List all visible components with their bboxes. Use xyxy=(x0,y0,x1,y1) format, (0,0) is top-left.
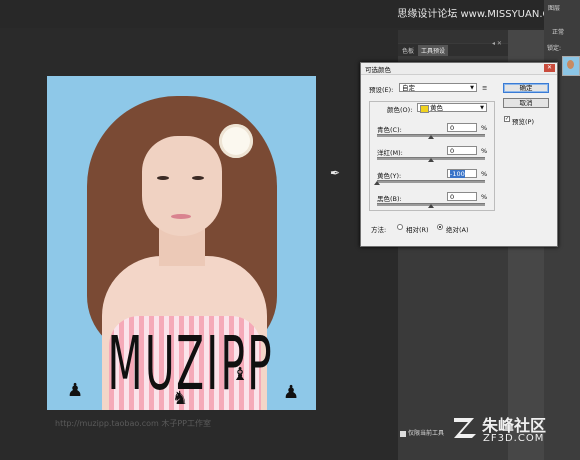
radio-relative-label[interactable]: 相对(R) xyxy=(406,224,429,234)
chevron-down-icon: ▼ xyxy=(470,85,474,91)
tab-swatches[interactable]: 色板 xyxy=(399,45,417,56)
selective-color-dialog: 可选颜色 ✕ 预设(E): 自定 ▼ ≡ 颜色(O): 黄色 ▼ 青色(C): … xyxy=(360,62,558,247)
layer-thumbnail-face xyxy=(567,60,574,69)
eyedropper-cursor-icon: ✒ xyxy=(330,166,341,180)
slider-label-black: 黑色(B): xyxy=(377,195,402,203)
silhouette-figure-icon: ♟ xyxy=(283,382,300,403)
radio-absolute[interactable] xyxy=(437,224,443,230)
preset-label: 预设(E): xyxy=(369,86,394,94)
chevron-down-icon: ▼ xyxy=(480,105,484,111)
current-tool-only-checkbox[interactable]: 仅限当前工具 xyxy=(400,428,444,437)
preset-menu-icon[interactable]: ≡ xyxy=(482,84,487,92)
silhouette-figure-icon: ♞ xyxy=(172,388,189,409)
black-value-field[interactable]: 0 xyxy=(447,192,477,201)
canvas-url-watermark: http://muzipp.taobao.com 木子PP工作室 xyxy=(55,419,211,428)
preview-label[interactable]: 预览(P) xyxy=(512,116,534,126)
colors-select[interactable]: 黄色 ▼ xyxy=(417,103,487,113)
panel-close-icon[interactable]: ◂ ✕ xyxy=(492,40,502,47)
photo-lips xyxy=(171,214,191,219)
close-icon[interactable]: ✕ xyxy=(544,64,555,72)
radio-relative[interactable] xyxy=(397,224,403,230)
slider-label-yellow: 黄色(Y): xyxy=(377,172,402,180)
magenta-slider-handle[interactable] xyxy=(428,158,434,162)
percent-unit: % xyxy=(481,147,488,155)
silhouette-figure-icon: ♝ xyxy=(232,364,249,385)
dialog-titlebar[interactable]: 可选颜色 xyxy=(361,63,557,75)
percent-unit: % xyxy=(481,193,488,201)
zf-logo-icon xyxy=(454,418,476,438)
photo-eye-right xyxy=(192,176,204,180)
yellow-slider-track[interactable] xyxy=(377,180,485,183)
percent-unit: % xyxy=(481,124,488,132)
colors-label: 颜色(O): xyxy=(387,106,413,114)
percent-unit: % xyxy=(481,170,488,178)
yellow-swatch xyxy=(420,105,429,113)
watermark-top: 思缘设计论坛 www.MISSYUAN.COM xyxy=(397,9,566,20)
black-slider-handle[interactable] xyxy=(428,204,434,208)
lock-label: 锁定: xyxy=(547,45,562,52)
dialog-title: 可选颜色 xyxy=(365,66,391,74)
cancel-button[interactable]: 取消 xyxy=(503,98,549,108)
radio-absolute-label[interactable]: 绝对(A) xyxy=(446,224,469,234)
slider-label-cyan: 青色(C): xyxy=(377,126,402,134)
tab-tool-presets[interactable]: 工具预设 xyxy=(418,45,449,56)
tab-layers[interactable]: 图层 xyxy=(548,3,560,12)
method-label: 方法: xyxy=(371,226,387,234)
checkbox-icon xyxy=(400,430,406,437)
silhouette-figure-icon: ♟ xyxy=(67,380,84,401)
photo-flower xyxy=(219,124,253,158)
photo-face xyxy=(142,136,222,236)
blend-mode-label[interactable]: 正常 xyxy=(552,27,564,36)
magenta-value-field[interactable]: 0 xyxy=(447,146,477,155)
preset-value: 自定 xyxy=(402,84,415,92)
brand-domain: ZF3D.COM xyxy=(483,433,545,444)
photo-eye-left xyxy=(157,176,169,180)
colors-value: 黄色 xyxy=(430,104,443,112)
preset-select[interactable]: 自定 ▼ xyxy=(399,83,477,92)
cyan-value-field[interactable]: 0 xyxy=(447,123,477,132)
cyan-slider-handle[interactable] xyxy=(428,135,434,139)
slider-label-magenta: 洋红(M): xyxy=(377,149,403,157)
preview-checkbox[interactable]: ✓ xyxy=(504,116,510,122)
current-tool-only-label: 仅限当前工具 xyxy=(408,430,445,437)
yellow-slider-handle[interactable] xyxy=(374,181,380,185)
ok-button[interactable]: 确定 xyxy=(503,83,549,93)
document-canvas[interactable]: MUZIPP ♟ ♞ ♝ ♟ xyxy=(47,76,316,410)
yellow-value-field[interactable]: -100 xyxy=(447,169,477,178)
